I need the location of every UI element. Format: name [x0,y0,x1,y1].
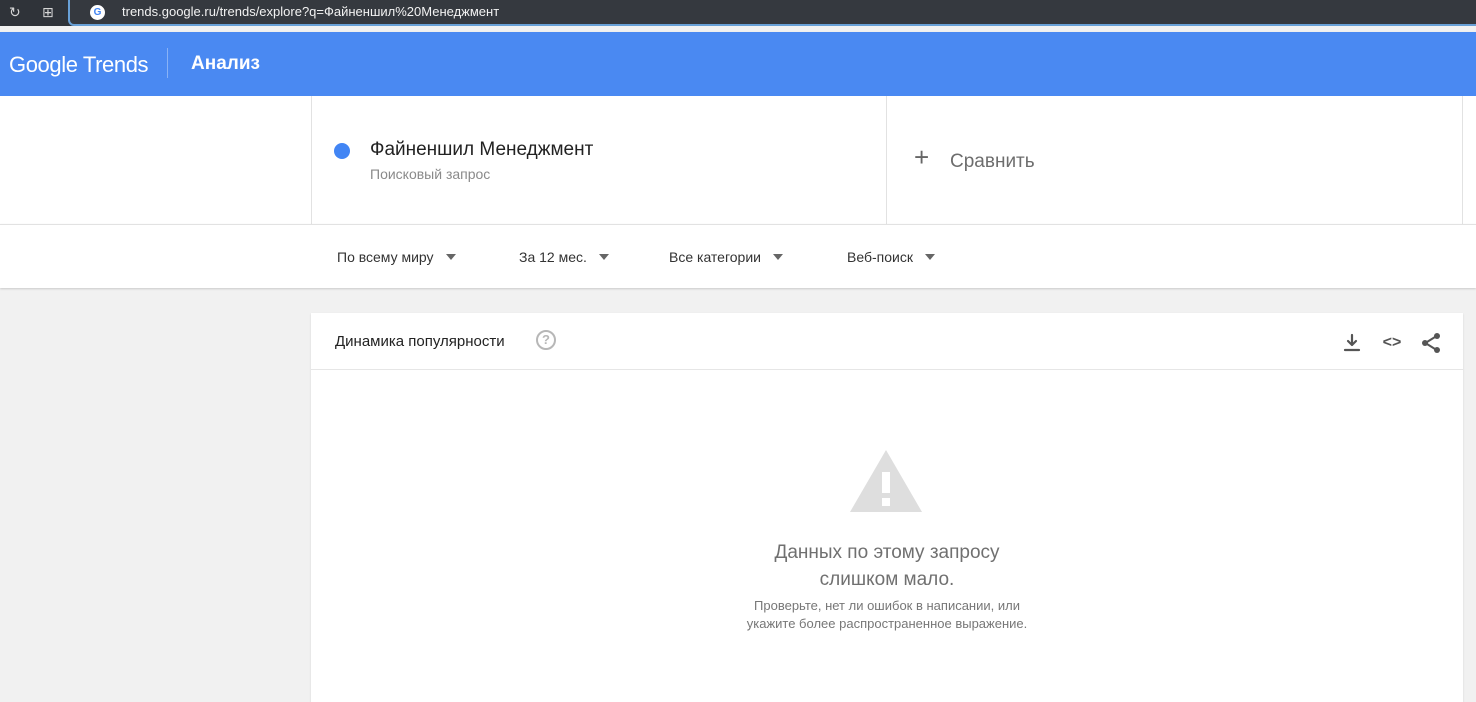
browser-toolbar: ↻ ⊞ G trends.google.ru/trends/explore?q=… [0,0,1476,26]
share-icon[interactable] [1420,331,1444,355]
page-section-title: Анализ [191,53,260,74]
no-data-message-line-2: слишком мало. [819,569,955,590]
apps-icon[interactable]: ⊞ [42,3,54,21]
url-text[interactable]: trends.google.ru/trends/explore?q=Файнен… [122,4,499,19]
logo-google-text: Google [9,52,78,77]
no-data-hint-line-2: укажите более распространенное выражение… [746,616,1028,631]
category-filter[interactable]: Все категории [669,249,783,265]
help-icon[interactable]: ? [536,330,556,350]
logo-trends-text: Trends [82,52,149,77]
search-term[interactable]: Файненшил Менеджмент [370,139,593,161]
category-filter-label: Все категории [669,249,761,265]
chart-header: Динамика популярности ? <> [311,313,1463,370]
reload-icon[interactable]: ↻ [9,3,21,21]
google-trends-header: Google Trends Анализ [0,32,1476,96]
no-data-message: Данных по этому запросу слишком мало. [737,539,1037,593]
time-range-filter[interactable]: За 12 мес. [519,249,609,265]
chevron-down-icon [445,254,456,260]
compare-card[interactable]: + Сравнить [887,96,1463,224]
download-icon[interactable] [1340,331,1364,355]
download-icon-svg [1343,333,1361,352]
google-favicon-icon: G [90,5,105,20]
chevron-down-icon [772,254,783,260]
chevron-down-icon [924,254,935,260]
search-term-type: Поисковый запрос [370,166,491,182]
header-divider [167,48,168,78]
embed-icon[interactable]: <> [1380,333,1404,357]
interest-over-time-card: Динамика популярности ? <> Данных по это… [311,313,1463,702]
region-filter-label: По всему миру [337,249,434,265]
compare-button[interactable]: Сравнить [950,151,1035,173]
chart-title: Динамика популярности [335,333,505,350]
no-data-hint: Проверьте, нет ли ошибок в написании, ил… [712,597,1062,633]
time-range-filter-label: За 12 мес. [519,249,587,265]
warning-icon [850,450,922,512]
no-data-message-line-1: Данных по этому запросу [774,542,1000,563]
search-type-filter-label: Веб-поиск [847,249,913,265]
region-filter[interactable]: По всему миру [337,249,456,265]
chevron-down-icon [598,254,609,260]
filters-bar: По всему миру За 12 мес. Все категории В… [0,224,1476,288]
share-icon-svg [1422,333,1440,353]
search-term-card[interactable]: Файненшил Менеджмент Поисковый запрос [311,96,887,224]
address-bar[interactable]: G trends.google.ru/trends/explore?q=Файн… [68,0,1476,26]
search-type-filter[interactable]: Веб-поиск [847,249,935,265]
plus-icon: + [914,142,930,172]
term-color-dot [334,143,350,159]
google-trends-logo[interactable]: Google Trends [9,52,149,78]
no-data-hint-line-1: Проверьте, нет ли ошибок в написании, ил… [754,598,1020,613]
